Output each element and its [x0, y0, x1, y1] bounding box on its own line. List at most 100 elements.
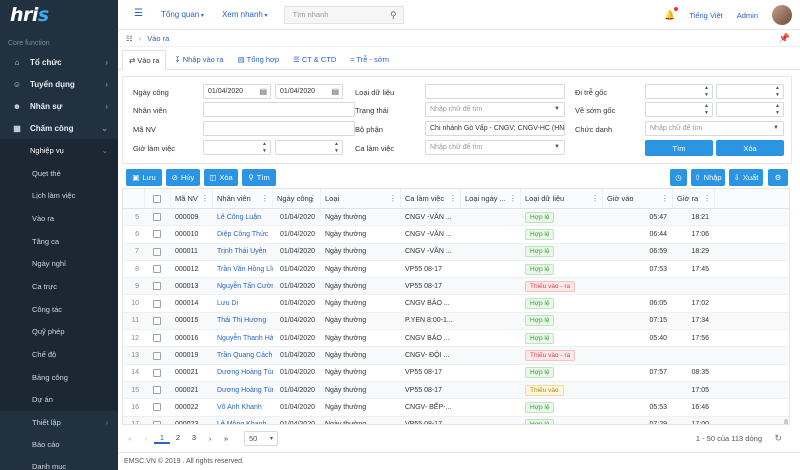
bell-icon[interactable]: 🔔: [664, 6, 679, 21]
chuc-danh-select[interactable]: Nhập chữ để tìm ▼: [645, 121, 784, 136]
sidebar-item-3[interactable]: ▦ Chấm công ⌄: [0, 117, 118, 139]
refresh-icon[interactable]: ↻: [774, 433, 782, 444]
clock-button[interactable]: ◷: [670, 169, 687, 186]
grid-header-cell[interactable]: Giờ vào ⋮: [603, 189, 673, 208]
di-tre-to-stepper[interactable]: ▲ ▼: [716, 84, 784, 99]
employee-link[interactable]: Lưu Di: [217, 300, 238, 307]
row-checkbox[interactable]: [153, 316, 161, 325]
sidebar-subheader[interactable]: Nghiệp vụ ⌄: [0, 139, 118, 162]
sidebar-bottom-item[interactable]: Báo cáo: [0, 433, 118, 455]
calendar-icon[interactable]: ▤: [259, 87, 267, 96]
column-menu-icon[interactable]: ⋮: [703, 194, 711, 203]
sidebar-bottom-item[interactable]: Danh mục: [0, 455, 118, 470]
employee-link[interactable]: Lê Công Luận: [217, 214, 261, 221]
table-row[interactable]: 14 000021 Dương Hoàng Tùng 01/04/2020 Ngày t…: [123, 365, 789, 382]
logo[interactable]: hris: [0, 0, 118, 30]
spinner-icon[interactable]: ▲ ▼: [704, 103, 709, 116]
sidebar-subitem[interactable]: Quẹt thẻ: [0, 162, 118, 185]
date-to-field[interactable]: 01/04/2020 ▤: [275, 84, 343, 99]
column-menu-icon[interactable]: ⋮: [261, 194, 269, 203]
employee-link[interactable]: Lê Mộng Khanh: [217, 421, 266, 424]
page-number[interactable]: 1: [154, 433, 170, 444]
dropdown-icon[interactable]: ▼: [554, 144, 560, 150]
next-page-icon[interactable]: ›: [202, 434, 218, 443]
filter-search-button[interactable]: Tìm: [645, 140, 713, 156]
sidebar-item-2[interactable]: ☻ Nhân sự ›: [0, 95, 118, 117]
last-page-icon[interactable]: »: [218, 434, 234, 443]
tab-1[interactable]: ↧ Nhập vào ra: [168, 49, 229, 69]
sidebar-subitem[interactable]: Ngày nghỉ: [0, 252, 118, 275]
export-button[interactable]: ⇩ Xuất: [729, 169, 763, 186]
spinner-icon[interactable]: ▲ ▼: [334, 141, 339, 154]
employee-link[interactable]: Nguyễn Thanh Hải: [217, 335, 273, 342]
table-row[interactable]: 6 000010 Diệp Công Thức 01/04/2020 Ngày thườ…: [123, 226, 789, 244]
employee-link[interactable]: Trần Quang Cách: [217, 352, 272, 359]
menu-overview[interactable]: Tổng quan: [161, 10, 204, 19]
filter-clear-button[interactable]: Xóa: [716, 140, 784, 156]
employee-link[interactable]: Thái Thị Hương: [217, 317, 266, 324]
table-row[interactable]: 5 000009 Lê Công Luận 01/04/2020 Ngày thường…: [123, 209, 789, 227]
grid-header-cell[interactable]: Loại dữ liệu ⋮: [521, 189, 603, 208]
employee-link[interactable]: Diệp Công Thức: [217, 231, 268, 238]
gio-to-stepper[interactable]: ▲ ▼: [275, 140, 343, 155]
grid-header-cell[interactable]: Loại ngày ... ⋮: [461, 189, 521, 208]
row-checkbox[interactable]: [153, 351, 161, 360]
tab-2[interactable]: ▤ Tổng hợp: [232, 49, 286, 69]
grid-header-cell[interactable]: Giờ ra ⋮: [673, 189, 715, 208]
sidebar-subitem[interactable]: Tăng ca: [0, 230, 118, 253]
search-button[interactable]: ⚲ Tìm: [242, 169, 276, 186]
row-checkbox[interactable]: [153, 403, 161, 412]
ma-nv-field[interactable]: [203, 121, 355, 136]
sidebar-bottom-item[interactable]: Thiết lập ›: [0, 411, 118, 433]
table-row[interactable]: 12 000016 Nguyễn Thanh Hải 01/04/2020 Ngày t…: [123, 330, 789, 348]
menu-quickview[interactable]: Xem nhanh: [222, 10, 268, 19]
date-from-field[interactable]: 01/04/2020 ▤: [203, 84, 271, 99]
sidebar-item-0[interactable]: ⌂ Tổ chức ›: [0, 51, 118, 73]
grid-header-cell[interactable]: Ca làm việc ⋮: [401, 189, 461, 208]
loai-du-lieu-field[interactable]: [425, 84, 565, 99]
column-menu-icon[interactable]: ⋮: [661, 194, 669, 203]
employee-link[interactable]: Dương Hoàng Tùng: [217, 369, 273, 376]
table-row[interactable]: 9 000013 Nguyễn Tấn Cường 01/04/2020 Ngày th…: [123, 278, 789, 296]
row-checkbox[interactable]: [153, 247, 161, 256]
pin-icon[interactable]: 📌: [779, 33, 790, 44]
prev-page-icon[interactable]: ‹: [138, 434, 154, 443]
page-number[interactable]: 2: [170, 433, 186, 444]
spinner-icon[interactable]: ▲ ▼: [704, 85, 709, 98]
table-row[interactable]: 10 000014 Lưu Di 01/04/2020 Ngày thường CNGV …: [123, 295, 789, 313]
table-row[interactable]: 17 000023 Lê Mộng Khanh 01/04/2020 Ngày thườ…: [123, 416, 789, 424]
nhan-vien-field[interactable]: [203, 102, 355, 117]
row-checkbox[interactable]: [153, 386, 161, 395]
grid-header-cell[interactable]: Loại ⋮: [321, 189, 401, 208]
bo-phan-select[interactable]: Chi nhánh Gò Vấp - CNGV; CNGV-HC (HN: [425, 121, 565, 136]
dropdown-icon[interactable]: ▼: [773, 125, 779, 131]
row-checkbox[interactable]: [153, 213, 161, 222]
column-menu-icon[interactable]: ⋮: [449, 194, 457, 203]
breadcrumb-current[interactable]: Vào ra: [147, 34, 169, 43]
spinner-icon[interactable]: ▲ ▼: [262, 141, 267, 154]
user-menu[interactable]: Admin: [737, 11, 758, 20]
menu-toggle-icon[interactable]: ☰: [134, 8, 143, 19]
sidebar-subitem[interactable]: Công tác: [0, 298, 118, 321]
tab-0[interactable]: ⇄ Vào ra: [122, 50, 167, 70]
import-button[interactable]: ⇧ Nhập: [691, 169, 725, 186]
avatar[interactable]: [772, 5, 792, 25]
row-checkbox[interactable]: [153, 230, 161, 239]
calendar-icon[interactable]: ▤: [331, 87, 339, 96]
employee-link[interactable]: Trần Văn Hồng Lĩnh: [217, 266, 273, 273]
trang-thai-select[interactable]: Nhập chữ để tìm ▼: [425, 102, 565, 117]
ca-lam-viec-select[interactable]: Nhập chữ để tìm ▼: [425, 140, 565, 155]
tab-4[interactable]: ≈ Trễ - sớm: [344, 49, 395, 69]
first-page-icon[interactable]: «: [122, 434, 138, 443]
table-row[interactable]: 15 000021 Dương Hoàng Tùng 01/04/2020 Ngày t…: [123, 381, 789, 400]
spinner-icon[interactable]: ▲ ▼: [775, 85, 780, 98]
search-icon[interactable]: ⚲: [390, 10, 397, 21]
language-select[interactable]: Tiếng Việt: [689, 11, 722, 20]
spinner-icon[interactable]: ▲ ▼: [775, 103, 780, 116]
cancel-button[interactable]: ⊘ Hủy: [166, 169, 200, 186]
row-checkbox[interactable]: [153, 334, 161, 343]
sidebar-subitem[interactable]: Bảng công: [0, 366, 118, 389]
gio-from-stepper[interactable]: ▲ ▼: [203, 140, 271, 155]
grid-header-cell[interactable]: [145, 189, 171, 208]
tab-3[interactable]: ☰ CT & CTD: [287, 49, 342, 69]
